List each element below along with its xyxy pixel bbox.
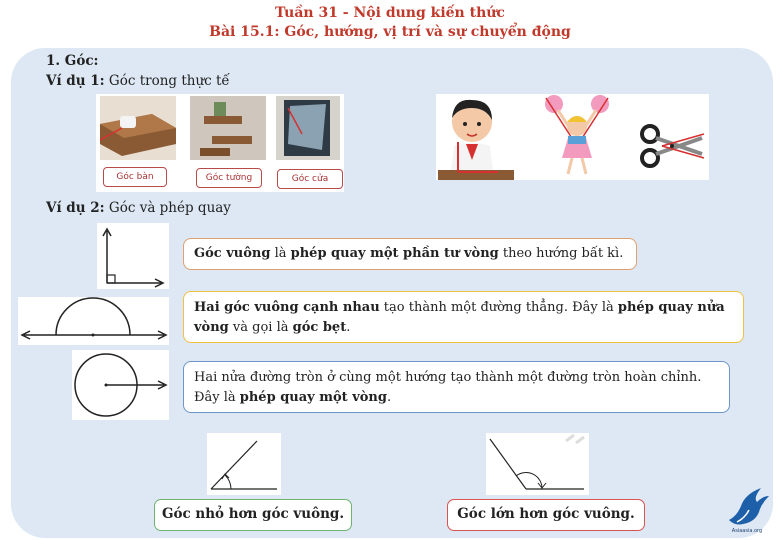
example-1-heading: Ví dụ 1: Góc trong thực tế xyxy=(46,73,230,89)
straight-angle-description: Hai góc vuông cạnh nhau tạo thành một đư… xyxy=(183,291,744,343)
right-angle-figure xyxy=(97,223,169,289)
cartoon-illustration xyxy=(438,95,705,180)
logo-text: Asiaasia.org xyxy=(732,528,762,534)
site-logo: Asiaasia.org xyxy=(723,486,771,534)
photo-label-door: Góc cửa xyxy=(277,169,343,189)
desc-segment: theo hướng bất kì. xyxy=(498,246,624,261)
lesson-title: Bài 15.1: Góc, hướng, vị trí và sự chuyể… xyxy=(209,24,571,40)
scissors-illustration xyxy=(640,124,705,168)
desc-segment: phép quay một phần tư vòng xyxy=(290,246,499,261)
student-illustration xyxy=(438,99,514,180)
desc-segment: Hai góc vuông cạnh nhau xyxy=(194,300,380,315)
table-corner-photo xyxy=(99,96,176,160)
wall-corner-photo xyxy=(190,96,266,160)
angle-illustrations xyxy=(436,94,709,180)
desc-segment: tạo thành một đường thẳng. Đây là xyxy=(379,300,618,315)
acute-angle-label: Góc nhỏ hơn góc vuông. xyxy=(154,499,352,531)
desc-segment: phép quay một vòng xyxy=(239,390,387,405)
desc-segment: góc bẹt xyxy=(292,320,347,335)
right-angle-description: Góc vuông là phép quay một phần tư vòng … xyxy=(183,238,637,270)
desc-segment: và gọi là xyxy=(228,320,293,335)
acute-angle-figure xyxy=(207,433,281,495)
page-title: Tuần 31 - Nội dung kiến thức xyxy=(275,5,505,21)
desc-segment: . xyxy=(346,320,351,335)
photo-label-wall: Góc tường xyxy=(196,168,262,188)
cheerleader-illustration xyxy=(545,95,609,175)
full-turn-description: Hai nửa đường tròn ở cùng một hướng tạo … xyxy=(183,361,730,413)
photo-label-table: Góc bàn xyxy=(103,167,167,187)
example-2-heading: Ví dụ 2: Góc và phép quay xyxy=(46,200,231,216)
obtuse-angle-label: Góc lớn hơn góc vuông. xyxy=(447,499,645,531)
example-1-label: Ví dụ 1: xyxy=(46,73,105,89)
section-heading: 1. Góc: xyxy=(46,53,99,69)
straight-angle-figure xyxy=(18,297,169,345)
desc-segment: . xyxy=(386,390,392,405)
full-turn-figure xyxy=(72,350,169,420)
example-2-text: Góc và phép quay xyxy=(104,200,231,216)
bird-logo-icon: Asiaasia.org xyxy=(729,488,769,534)
window-corner-photo xyxy=(276,96,340,160)
desc-segment: là xyxy=(270,246,291,261)
obtuse-angle-figure xyxy=(486,433,589,495)
example-2-label: Ví dụ 2: xyxy=(46,200,105,216)
desc-segment: Góc vuông xyxy=(194,246,271,261)
example-1-text: Góc trong thực tế xyxy=(104,73,230,89)
